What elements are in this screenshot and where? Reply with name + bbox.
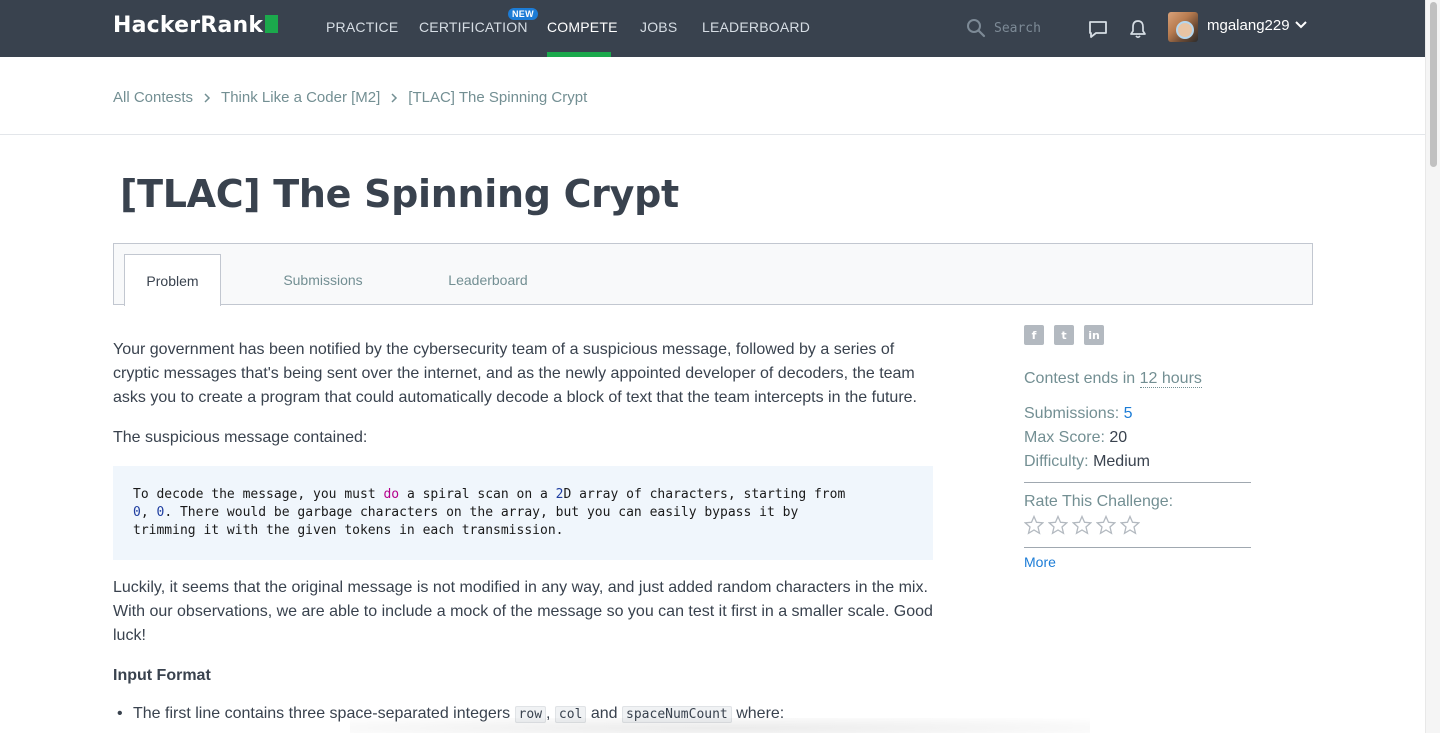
divider [1024, 482, 1251, 483]
luckily-paragraph: Luckily, it seems that the original mess… [113, 579, 933, 644]
contained-label: The suspicious message contained: [113, 429, 368, 446]
page-scrollbar[interactable] [1425, 0, 1440, 733]
bottom-shadow [350, 718, 1090, 733]
breadcrumb-all-contests[interactable]: All Contests [113, 89, 193, 106]
star-icon[interactable] [1048, 515, 1068, 535]
challenge-tabs: Problem Submissions Leaderboard [113, 243, 1313, 306]
tab-problem[interactable]: Problem [124, 254, 221, 306]
tab-leaderboard[interactable]: Leaderboard [434, 254, 542, 306]
challenge-sidebar: f t in Contest ends in 12 hours Submissi… [1024, 325, 1251, 572]
facebook-icon[interactable]: f [1024, 325, 1044, 345]
search-input[interactable] [994, 17, 1064, 39]
new-badge: NEW [508, 8, 538, 20]
breadcrumb-challenge[interactable]: [TLAC] The Spinning Crypt [408, 89, 587, 106]
more-link[interactable]: More [1024, 554, 1056, 570]
rate-label: Rate This Challenge: [1024, 493, 1174, 510]
stat-max-score: Max Score: 20 [1024, 429, 1128, 446]
chevron-right-icon [391, 92, 398, 103]
scrollbar-thumb[interactable] [1430, 2, 1437, 167]
linkedin-icon[interactable]: in [1084, 325, 1104, 345]
problem-statement: Your government has been notified by the… [113, 338, 933, 727]
user-avatar[interactable] [1168, 12, 1198, 42]
nav-leaderboard[interactable]: LEADERBOARD [702, 19, 810, 35]
star-icon[interactable] [1096, 515, 1116, 535]
chevron-down-icon[interactable] [1294, 18, 1308, 32]
hackerrank-logo[interactable]: HackerRank [113, 13, 279, 38]
chevron-right-icon [204, 92, 211, 103]
twitter-icon[interactable]: t [1054, 325, 1074, 345]
star-icon[interactable] [1024, 515, 1044, 535]
username[interactable]: mgalang229 [1207, 17, 1290, 34]
contest-ends-value: 12 hours [1139, 370, 1202, 388]
logo-square [265, 15, 279, 33]
breadcrumb-contest[interactable]: Think Like a Coder [M2] [221, 89, 380, 106]
nav-jobs[interactable]: JOBS [640, 19, 677, 35]
messages-icon[interactable] [1087, 18, 1109, 40]
divider [1024, 547, 1251, 548]
nav-certification[interactable]: CERTIFICATION [419, 19, 528, 35]
star-icon[interactable] [1072, 515, 1092, 535]
logo-text: HackerRank [113, 13, 264, 38]
submissions-count[interactable]: 5 [1124, 405, 1133, 422]
rating-stars [1024, 515, 1251, 535]
code-block: To decode the message, you must do a spi… [113, 466, 933, 560]
tab-submissions[interactable]: Submissions [269, 254, 377, 306]
stat-difficulty: Difficulty: Medium [1024, 453, 1150, 470]
contest-ends: Contest ends in 12 hours [1024, 370, 1202, 388]
challenge-stats: Submissions: 5 Max Score: 20 Difficulty:… [1024, 402, 1251, 474]
search-icon[interactable] [966, 18, 986, 38]
nav-compete[interactable]: COMPETE [547, 19, 618, 35]
nav-practice[interactable]: PRACTICE [326, 19, 398, 35]
page-title: [TLAC] The Spinning Crypt [120, 172, 679, 216]
share-buttons: f t in [1024, 325, 1251, 345]
breadcrumb-bar: All Contests Think Like a Coder [M2] [TL… [0, 57, 1425, 135]
notifications-bell-icon[interactable] [1128, 18, 1148, 40]
stat-submissions: Submissions: 5 [1024, 405, 1133, 422]
intro-paragraph: Your government has been notified by the… [113, 341, 917, 406]
input-format-heading: Input Format [113, 667, 211, 684]
star-icon[interactable] [1120, 515, 1140, 535]
top-navbar: HackerRank PRACTICE CERTIFICATION NEW CO… [0, 0, 1425, 57]
breadcrumb: All Contests Think Like a Coder [M2] [TL… [113, 89, 587, 106]
